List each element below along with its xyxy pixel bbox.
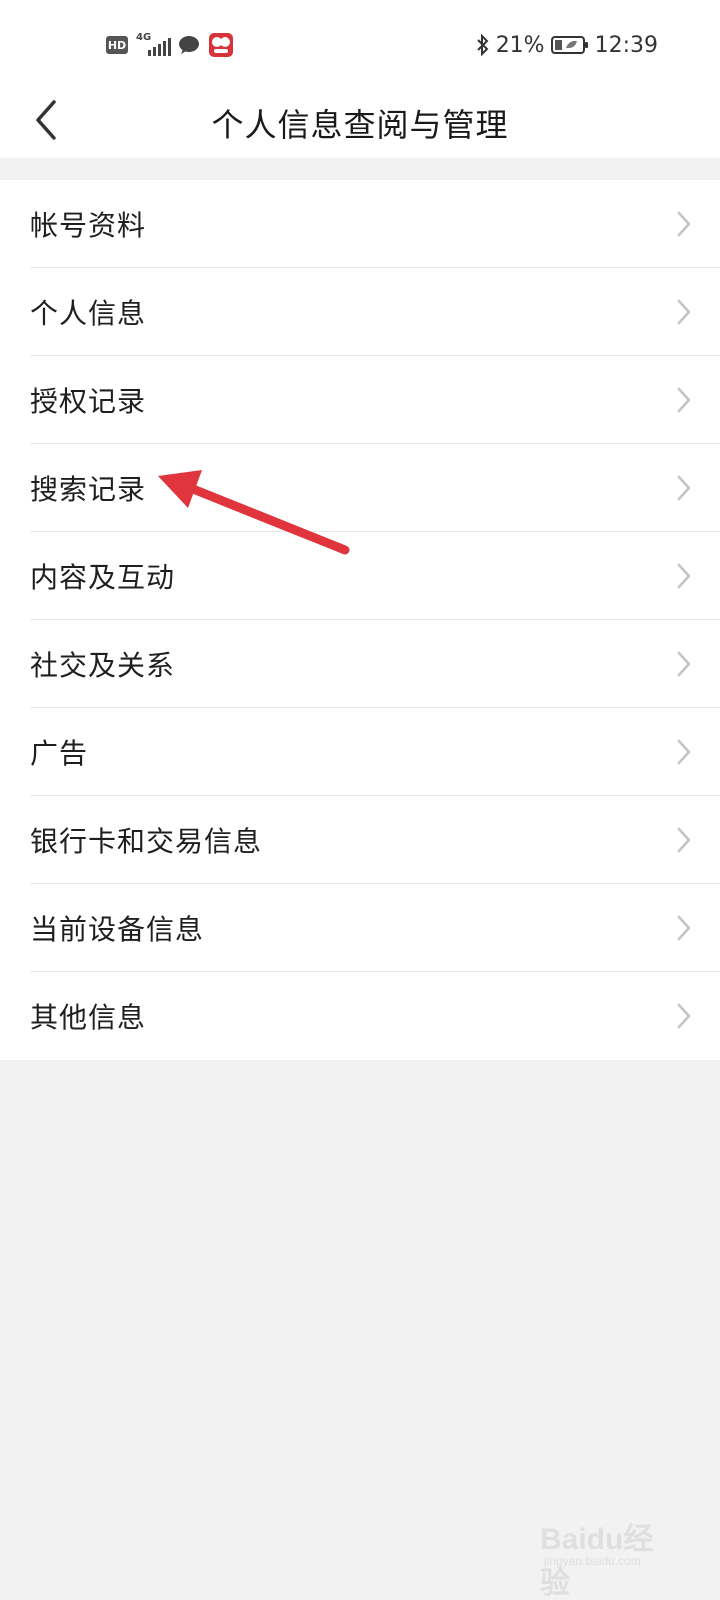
baidu-watermark: Baidu经验 jingyan.baidu.com [540,1500,680,1600]
status-bar: HD 4G 21% 12:39 [0,0,720,82]
chevron-right-icon [677,387,691,413]
chevron-right-icon [677,651,691,677]
menu-item-label: 银行卡和交易信息 [30,825,263,858]
signal-icon: 4G [136,32,171,56]
menu-list: 帐号资料 个人信息 授权记录 搜索记录 内容及互动 社交及关系 广告 银行卡和交… [0,180,720,1060]
chevron-right-icon [677,1003,691,1029]
chevron-right-icon [677,563,691,589]
menu-item-personal-info[interactable]: 个人信息 [0,268,720,356]
menu-item-account-profile[interactable]: 帐号资料 [0,180,720,268]
chat-icon [179,36,199,54]
chevron-right-icon [677,475,691,501]
signal-bars [148,38,171,56]
menu-item-label: 其他信息 [30,1001,147,1034]
battery-icon [550,36,588,54]
clock: 12:39 [594,32,658,58]
chevron-right-icon [677,827,691,853]
menu-item-content-interaction[interactable]: 内容及互动 [0,532,720,620]
chevron-right-icon [677,739,691,765]
status-right: 21% 12:39 [476,30,658,60]
menu-item-ads[interactable]: 广告 [0,708,720,796]
app-icon [209,33,233,57]
menu-item-social-relations[interactable]: 社交及关系 [0,620,720,708]
menu-item-label: 广告 [30,737,89,770]
menu-item-label: 内容及互动 [30,561,176,594]
chevron-right-icon [677,299,691,325]
menu-item-label: 当前设备信息 [30,913,205,946]
menu-item-other-info[interactable]: 其他信息 [0,972,720,1060]
page: HD 4G 21% 12:39 个人信息查阅与管理 帐号资料 个人信息 授权记录… [0,0,720,1600]
menu-item-current-device-info[interactable]: 当前设备信息 [0,884,720,972]
hd-icon: HD [106,36,128,54]
menu-item-label: 授权记录 [30,385,147,418]
battery-percent: 21% [495,32,545,58]
menu-item-label: 社交及关系 [30,649,176,682]
menu-item-authorization-records[interactable]: 授权记录 [0,356,720,444]
page-title: 个人信息查阅与管理 [211,106,509,144]
menu-item-label: 个人信息 [30,297,147,330]
status-left: HD 4G [106,30,234,60]
menu-item-label: 帐号资料 [30,209,147,242]
menu-item-search-records[interactable]: 搜索记录 [0,444,720,532]
bluetooth-icon [476,34,489,56]
menu-item-bank-card-transactions[interactable]: 银行卡和交易信息 [0,796,720,884]
header: 个人信息查阅与管理 [0,82,720,158]
watermark-url: jingyan.baidu.com [544,1554,641,1568]
menu-item-label: 搜索记录 [30,473,147,506]
chevron-right-icon [677,211,691,237]
chevron-right-icon [677,915,691,941]
